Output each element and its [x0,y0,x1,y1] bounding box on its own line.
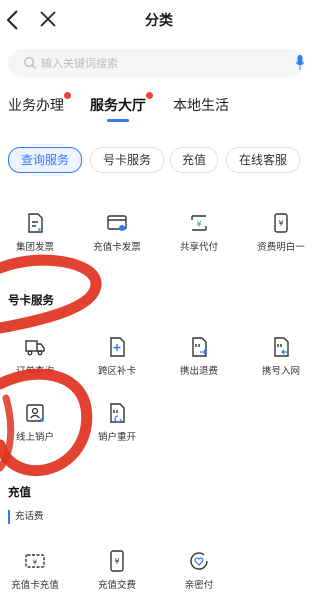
service-item-card-invoice[interactable]: 充值卡发票 [82,212,152,260]
id-card-icon [26,404,44,422]
item-label: 充值交费 [97,580,136,591]
service-item-port-out-refund[interactable]: 携出退费 [164,336,234,384]
page-title: 分类 [145,13,173,29]
shared-payment-icon: ¥ [191,215,207,231]
search-placeholder: 输入关键词搜索 [41,57,118,70]
item-label: 携出退费 [179,366,218,377]
service-item-port-in[interactable]: 携号入网 [246,336,316,384]
subsection-title-phone-bill: 充话费 [8,510,44,524]
item-label: 跨区补卡 [97,366,136,377]
item-label: 线上销户 [15,432,54,443]
section-title-card: 号卡服务 [8,293,54,307]
service-item-shared-payment[interactable]: ¥ 共享代付 [164,212,234,260]
active-tab-indicator [107,119,129,122]
truck-icon [25,340,45,356]
item-label: 订单查询 [15,366,54,377]
section-title-recharge: 充值 [8,485,31,499]
service-item-order-query[interactable]: 订单查询 [0,336,70,384]
svg-text:¥: ¥ [196,220,201,229]
tab-label: 本地生活 [173,98,229,114]
svg-text:¥: ¥ [33,559,38,567]
svg-text:¥: ¥ [278,219,283,228]
item-label: 资费明白一 [257,242,305,253]
item-label: 充值卡充值 [11,580,59,591]
item-label: 销户重开 [97,432,136,443]
service-item-recharge-card[interactable]: ¥ 充值卡充值 [0,550,70,598]
service-item-cross-region-card[interactable]: 跨区补卡 [82,336,152,384]
yuan-phone-icon: ¥ [110,550,124,572]
chip-recharge[interactable]: 充值 [170,147,218,173]
search-input[interactable]: 输入关键词搜索 [8,49,305,77]
service-item-recharge-pay[interactable]: ¥ 充值交费 [82,550,152,598]
svg-text:¥: ¥ [114,557,119,566]
port-out-icon [192,337,207,357]
top-bar: 分类 [0,0,333,40]
recharge-card-icon: ¥ [25,554,45,568]
microphone-icon[interactable] [295,54,305,71]
service-item-online-cancel[interactable]: 线上销户 [0,402,70,450]
tariff-icon: ¥ [274,213,288,233]
heart-pay-icon [190,552,208,570]
chip-query-service[interactable]: 查询服务 [8,147,82,173]
item-label: 亲密付 [184,580,214,591]
chip-card-service[interactable]: 号卡服务 [90,147,164,173]
search-icon [24,57,36,69]
item-label: 集团发票 [15,242,54,253]
item-label: 携号入网 [261,366,300,377]
invoice-icon [28,213,43,233]
reopen-icon [110,403,125,423]
chip-online-support[interactable]: 在线客服 [226,147,300,173]
tab-business[interactable]: 业务办理 [8,92,71,115]
service-item-group-invoice[interactable]: 集团发票 [0,212,70,260]
item-label: 充值卡发票 [93,242,141,253]
filter-chips: 查询服务 号卡服务 充值 在线客服 [0,147,333,173]
notification-dot [64,92,71,99]
service-item-cancel-reopen[interactable]: 销户重开 [82,402,152,450]
port-in-icon [274,337,289,357]
service-item-tariff[interactable]: ¥ 资费明白一 [246,212,316,260]
service-item-intimate-pay[interactable]: 亲密付 [164,550,234,598]
item-label: 共享代付 [179,242,218,253]
tab-service-hall[interactable]: 服务大厅 [90,92,153,115]
notification-dot [146,92,153,99]
category-tabs: 业务办理 服务大厅 本地生活 [0,92,333,125]
add-card-icon [110,337,125,357]
tab-label: 业务办理 [8,98,64,114]
card-invoice-icon [107,215,127,231]
tab-label: 服务大厅 [90,98,146,114]
tab-local-life[interactable]: 本地生活 [173,95,229,115]
